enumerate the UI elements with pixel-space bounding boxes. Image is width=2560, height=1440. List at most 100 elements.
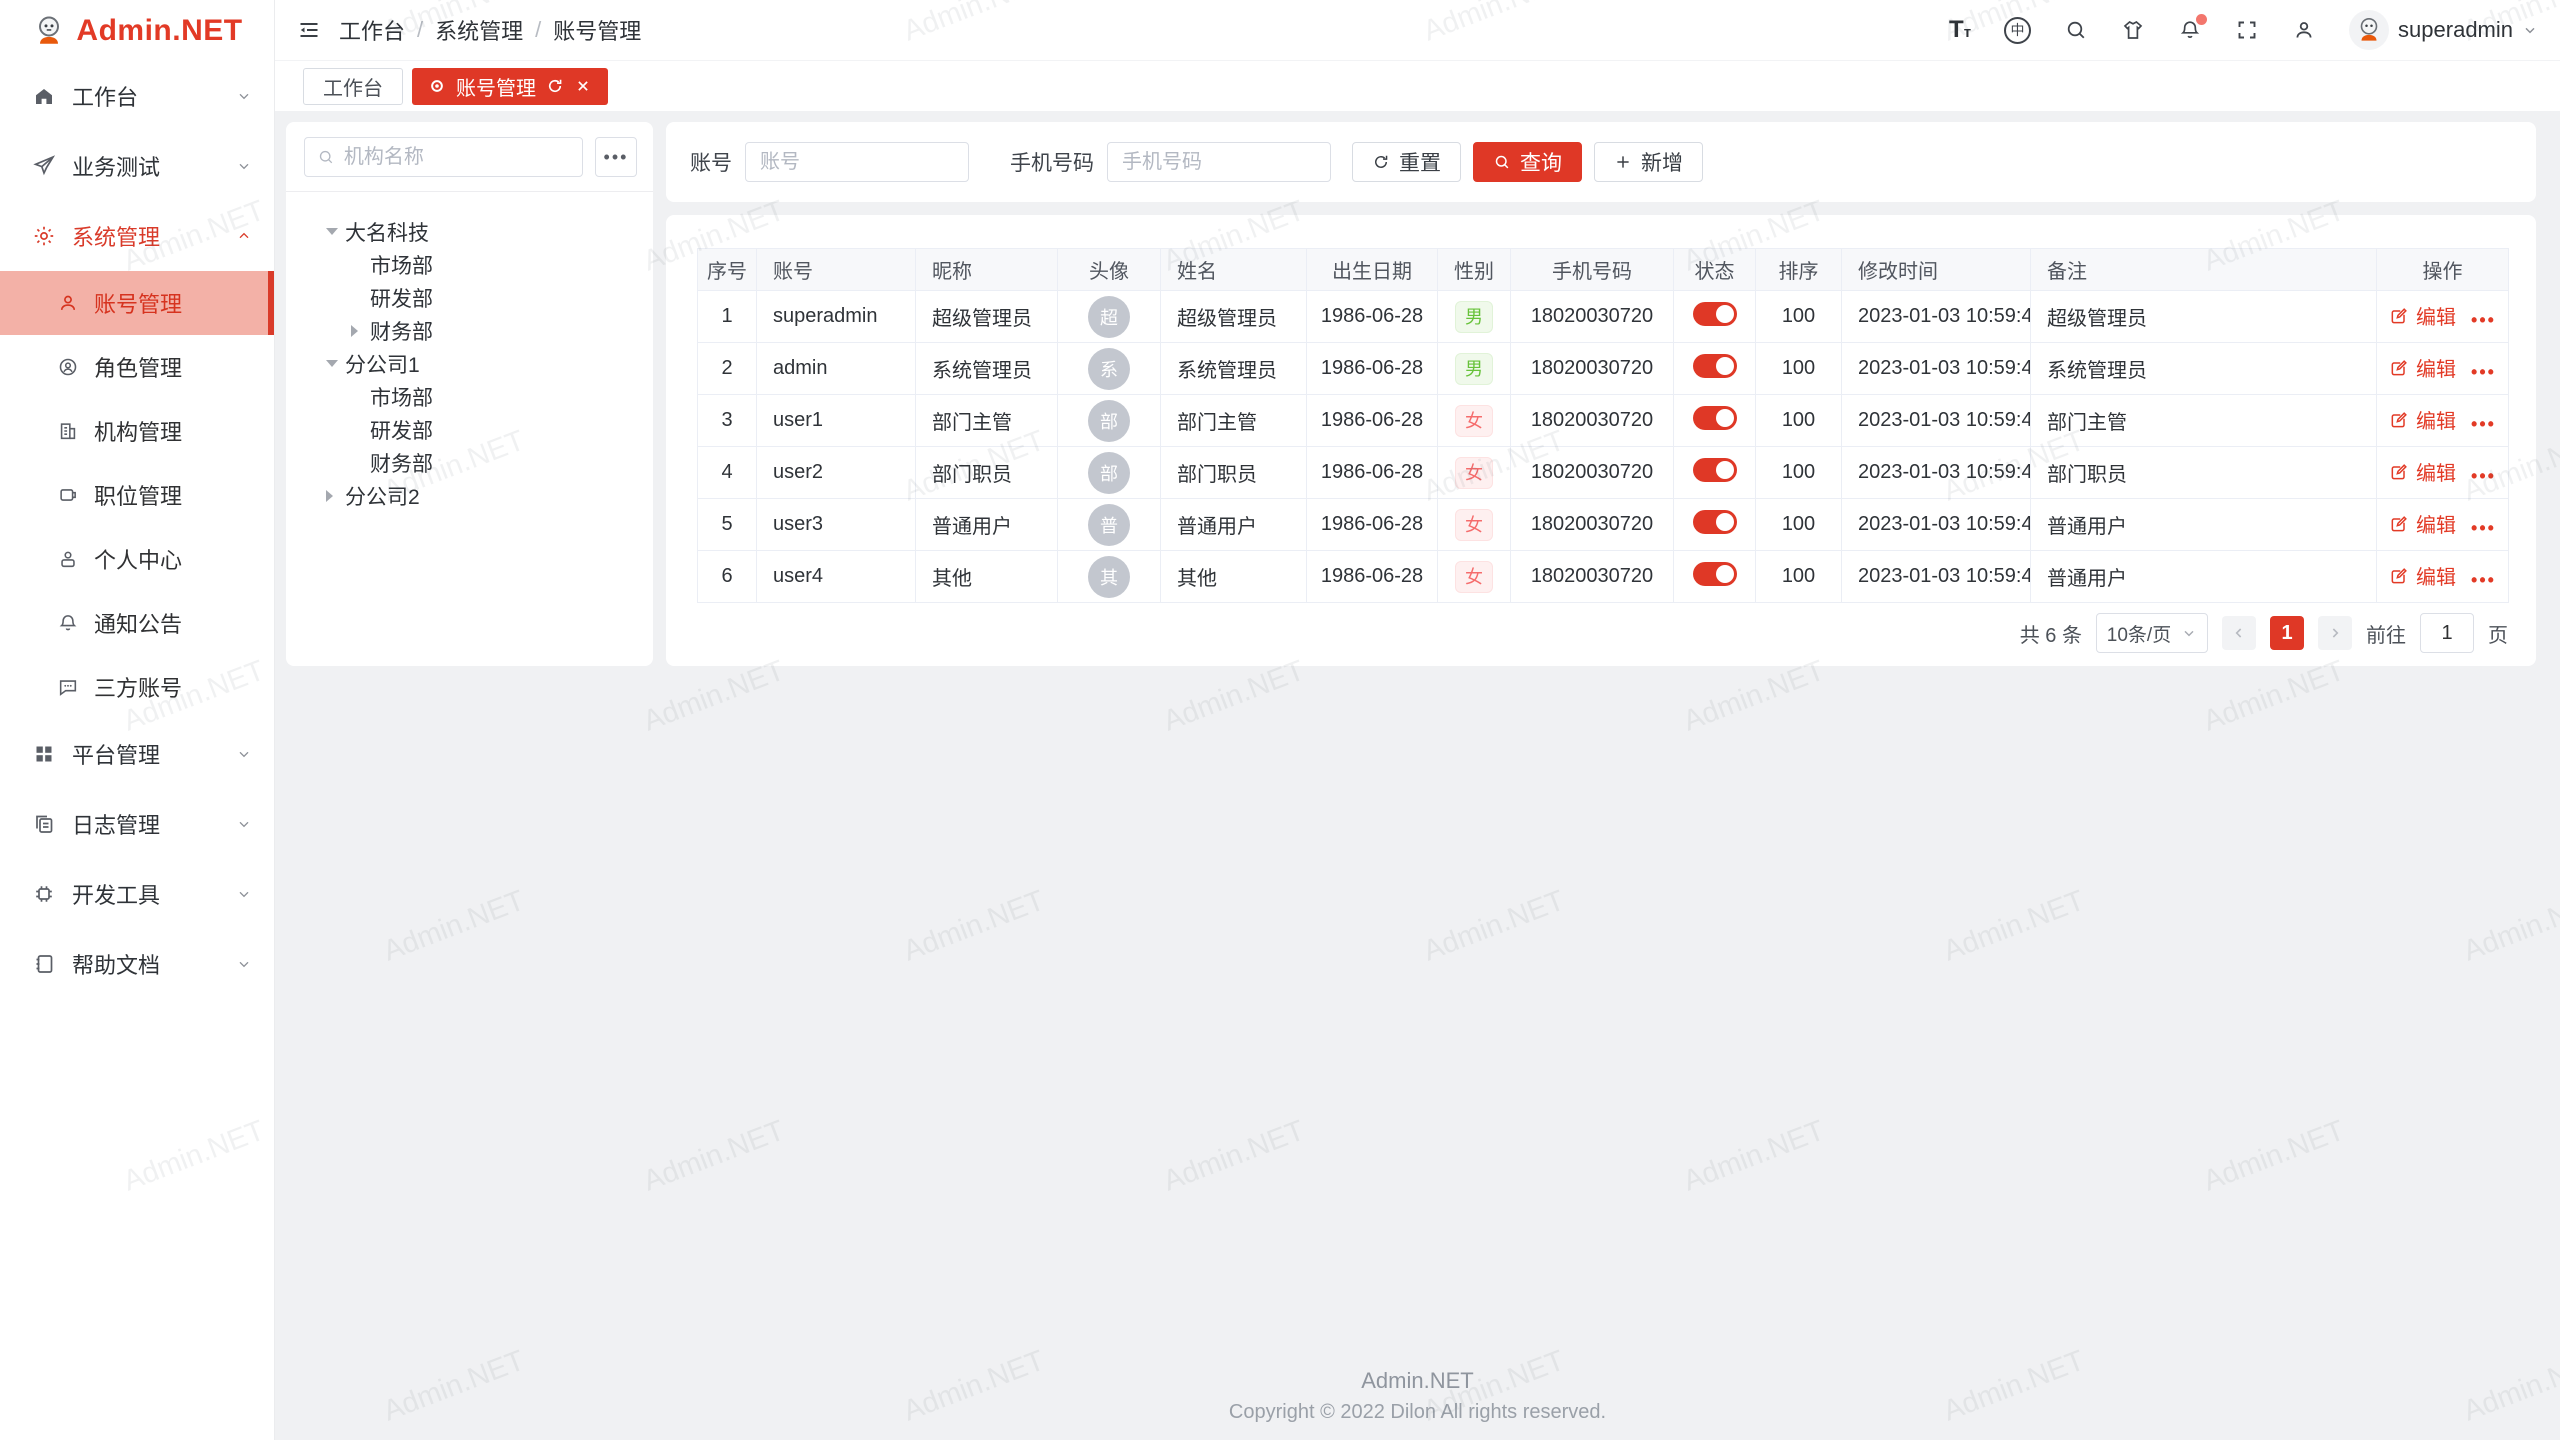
global-search-button[interactable] bbox=[2064, 18, 2088, 42]
tree-expand-icon[interactable] bbox=[326, 360, 345, 367]
edit-button[interactable]: 编辑 bbox=[2389, 301, 2456, 330]
phone-filter-input[interactable] bbox=[1107, 142, 1331, 182]
breadcrumb-workbench[interactable]: 工作台 bbox=[339, 14, 405, 46]
row-more-button[interactable]: ••• bbox=[2471, 570, 2496, 590]
sidebar-item-account-mgmt[interactable]: 账号管理 bbox=[0, 271, 274, 335]
tab-workbench[interactable]: 工作台 bbox=[303, 68, 403, 105]
breadcrumb-system-mgmt[interactable]: 系统管理 bbox=[435, 14, 523, 46]
tree-node[interactable]: 大名科技 bbox=[286, 215, 653, 248]
tree-node[interactable]: 财务部 bbox=[286, 314, 653, 347]
query-button[interactable]: 查询 bbox=[1473, 142, 1582, 182]
user-name: superadmin bbox=[2398, 17, 2513, 43]
tree-node[interactable]: 市场部 bbox=[286, 380, 653, 413]
edit-button[interactable]: 编辑 bbox=[2389, 405, 2456, 434]
watermark-text: Admin.NET bbox=[1159, 655, 1309, 739]
refresh-tab-icon[interactable] bbox=[546, 77, 564, 95]
user-menu[interactable]: superadmin bbox=[2349, 10, 2538, 50]
sidebar-item-log-mgmt[interactable]: 日志管理 bbox=[0, 789, 274, 859]
status-toggle[interactable] bbox=[1693, 302, 1737, 326]
sidebar-item-system-mgmt[interactable]: 系统管理 bbox=[0, 201, 274, 271]
gender-cell: 男 bbox=[1438, 291, 1511, 343]
status-toggle[interactable] bbox=[1693, 354, 1737, 378]
breadcrumb-account-mgmt[interactable]: 账号管理 bbox=[553, 14, 641, 46]
modified-time-cell: 2023-01-03 10:59:44 bbox=[1842, 551, 2031, 603]
sidebar-item-profile-center[interactable]: 个人中心 bbox=[0, 527, 274, 591]
search-icon bbox=[1493, 153, 1511, 171]
edit-button[interactable]: 编辑 bbox=[2389, 353, 2456, 382]
watermark-text: Admin.NET bbox=[639, 1115, 789, 1199]
add-button[interactable]: 新增 bbox=[1594, 142, 1703, 182]
tree-expand-icon[interactable] bbox=[326, 228, 345, 235]
tree-node[interactable]: 研发部 bbox=[286, 281, 653, 314]
row-more-button[interactable]: ••• bbox=[2471, 310, 2496, 330]
status-toggle[interactable] bbox=[1693, 510, 1737, 534]
status-toggle[interactable] bbox=[1693, 406, 1737, 430]
row-more-button[interactable]: ••• bbox=[2471, 414, 2496, 434]
edit-button[interactable]: 编辑 bbox=[2389, 457, 2456, 486]
row-more-button[interactable]: ••• bbox=[2471, 362, 2496, 382]
footer-app-name: Admin.NET bbox=[275, 1368, 2560, 1394]
tree-node[interactable]: 财务部 bbox=[286, 446, 653, 479]
fullscreen-button[interactable] bbox=[2235, 18, 2259, 42]
actions-cell: 编辑 ••• bbox=[2377, 343, 2509, 395]
font-size-button[interactable]: Tт bbox=[1949, 16, 1971, 44]
app-logo[interactable]: Admin.NET bbox=[0, 0, 274, 61]
page-size-select[interactable]: 10条/页 bbox=[2096, 613, 2208, 653]
edit-label: 编辑 bbox=[2416, 509, 2456, 538]
birthdate-cell: 1986-06-28 bbox=[1307, 343, 1438, 395]
goto-page-input[interactable] bbox=[2420, 613, 2474, 653]
sidebar-item-help-docs[interactable]: 帮助文档 bbox=[0, 929, 274, 999]
tree-node[interactable]: 研发部 bbox=[286, 413, 653, 446]
search-icon bbox=[2064, 18, 2088, 42]
sidebar-item-platform-mgmt[interactable]: 平台管理 bbox=[0, 719, 274, 789]
language-button[interactable]: 中 bbox=[2004, 17, 2031, 44]
edit-button[interactable]: 编辑 bbox=[2389, 561, 2456, 590]
sidebar-item-dev-tools[interactable]: 开发工具 bbox=[0, 859, 274, 929]
column-header: 序号 bbox=[698, 249, 757, 291]
sidebar-item-business-test[interactable]: 业务测试 bbox=[0, 131, 274, 201]
sidebar-item-org-mgmt[interactable]: 机构管理 bbox=[0, 399, 274, 463]
modified-time-cell: 2023-01-03 10:59:44 bbox=[1842, 499, 2031, 551]
caret-down-icon bbox=[2181, 625, 2197, 641]
system-mgmt-submenu: 账号管理 角色管理 机构管理 职位管理 个人中心 通知公告 bbox=[0, 271, 274, 719]
tree-node[interactable]: 市场部 bbox=[286, 248, 653, 281]
tree-node[interactable]: 分公司2 bbox=[286, 479, 653, 512]
org-more-button[interactable]: ••• bbox=[595, 137, 637, 177]
account-filter-label: 账号 bbox=[690, 147, 732, 177]
chevron-down-icon bbox=[236, 746, 252, 762]
seq-cell: 2 bbox=[698, 343, 757, 395]
edit-icon bbox=[2389, 306, 2409, 326]
status-toggle[interactable] bbox=[1693, 562, 1737, 586]
name-cell: 系统管理员 bbox=[1161, 343, 1307, 395]
row-more-button[interactable]: ••• bbox=[2471, 466, 2496, 486]
goto-label: 前往 bbox=[2366, 619, 2406, 648]
tree-node[interactable]: 分公司1 bbox=[286, 347, 653, 380]
reset-button[interactable]: 重置 bbox=[1352, 142, 1461, 182]
page-1-button[interactable]: 1 bbox=[2270, 616, 2304, 650]
avatar: 普 bbox=[1088, 504, 1130, 546]
close-tab-icon[interactable] bbox=[574, 77, 592, 95]
theme-button[interactable] bbox=[2121, 18, 2145, 42]
sidebar-item-position-mgmt[interactable]: 职位管理 bbox=[0, 463, 274, 527]
sidebar-item-notice[interactable]: 通知公告 bbox=[0, 591, 274, 655]
notifications-button[interactable] bbox=[2178, 18, 2202, 42]
account-filter-input[interactable] bbox=[745, 142, 969, 182]
edit-button[interactable]: 编辑 bbox=[2389, 509, 2456, 538]
column-header: 排序 bbox=[1756, 249, 1842, 291]
tree-collapse-icon[interactable] bbox=[351, 325, 370, 337]
sidebar-item-third-party-account[interactable]: 三方账号 bbox=[0, 655, 274, 719]
avatar-cell: 部 bbox=[1058, 447, 1161, 499]
column-header: 修改时间 bbox=[1842, 249, 2031, 291]
tab-account-mgmt[interactable]: 账号管理 bbox=[412, 68, 608, 105]
org-search-input[interactable] bbox=[344, 146, 570, 169]
prev-page-button[interactable] bbox=[2222, 616, 2256, 650]
sidebar-item-workbench[interactable]: 工作台 bbox=[0, 61, 274, 131]
status-toggle[interactable] bbox=[1693, 458, 1737, 482]
collapse-sidebar-icon[interactable] bbox=[297, 18, 321, 42]
tree-collapse-icon[interactable] bbox=[326, 490, 345, 502]
profile-button[interactable] bbox=[2292, 18, 2316, 42]
sidebar-item-role-mgmt[interactable]: 角色管理 bbox=[0, 335, 274, 399]
row-more-button[interactable]: ••• bbox=[2471, 518, 2496, 538]
send-icon bbox=[32, 154, 56, 178]
next-page-button[interactable] bbox=[2318, 616, 2352, 650]
